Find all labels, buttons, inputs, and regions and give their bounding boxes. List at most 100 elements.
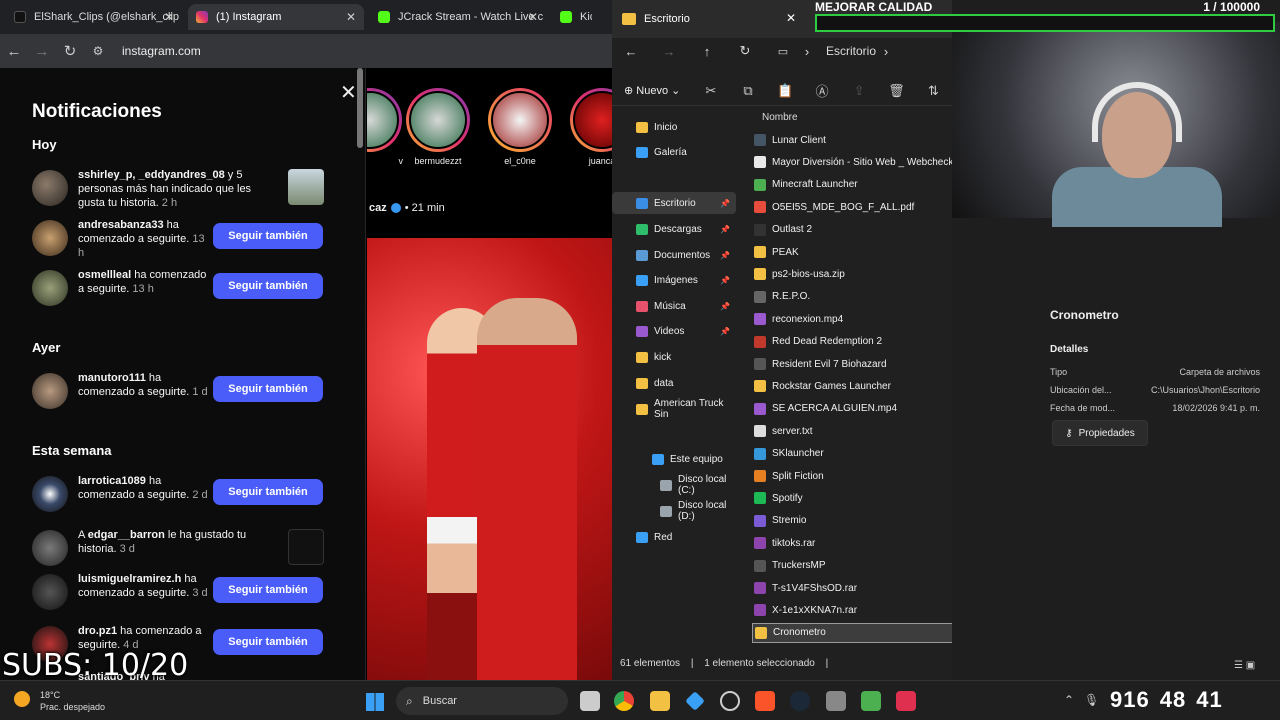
paste-icon[interactable]: 📋: [767, 83, 804, 99]
sidebar-item[interactable]: American Truck Sin: [612, 398, 736, 420]
close-icon[interactable]: ✕: [346, 10, 356, 24]
delete-icon[interactable]: 🗑: [878, 83, 915, 99]
sidebar-item[interactable]: Disco local (D:): [612, 500, 736, 522]
follow-back-button[interactable]: Seguir también: [213, 577, 323, 603]
sidebar-item[interactable]: Documentos 📌: [612, 244, 736, 266]
post-image[interactable]: [367, 238, 612, 680]
browser-tab[interactable]: ElShark_Clips (@elshark_clip ✕: [6, 4, 182, 30]
sidebar-item[interactable]: kick: [612, 346, 736, 368]
story-item[interactable]: v: [367, 88, 403, 166]
explorer-toolbar: ⊕ Nuevo ⌄ ✂ ⧉ 📋 Ⓐ ⇪ 🗑 ⇅: [612, 76, 952, 106]
view-toggle[interactable]: ☰ ▣: [1234, 660, 1274, 674]
notification-row[interactable]: luismiguelramirez.h ha comenzado a segui…: [32, 572, 332, 616]
avatar[interactable]: [32, 574, 68, 610]
share-icon[interactable]: ⇪: [841, 83, 878, 99]
file-explorer-icon[interactable]: [650, 691, 670, 711]
post-username[interactable]: caz: [369, 202, 387, 214]
system-tray[interactable]: ⌃ 🎙: [1064, 693, 1099, 707]
browser-tab[interactable]: JCrack Stream - Watch Live c ✕: [370, 4, 546, 30]
notification-row[interactable]: osmellleal ha comenzado a seguirte. 13 h…: [32, 268, 332, 312]
url-field[interactable]: instagram.com: [122, 44, 201, 58]
notification-row[interactable]: sshirley_p, _eddyandres_08 y 5 personas …: [32, 168, 332, 212]
sidebar-item[interactable]: Escritorio 📌: [612, 192, 736, 214]
cut-icon[interactable]: ✂: [692, 83, 729, 99]
site-settings-icon[interactable]: ⚙: [84, 44, 112, 58]
sidebar-item[interactable]: Descargas 📌: [612, 218, 736, 240]
browser-tab[interactable]: Kic: [552, 4, 592, 30]
tab-title: ElShark_Clips (@elshark_clip: [34, 11, 180, 23]
sidebar-item[interactable]: Galería: [612, 141, 736, 163]
sidebar-item[interactable]: Red: [612, 526, 736, 548]
follow-back-button[interactable]: Seguir también: [213, 223, 323, 249]
file-icon: [755, 626, 767, 639]
story-username: juanca: [588, 156, 612, 166]
reload-icon[interactable]: ↻: [56, 42, 84, 60]
monitor-icon[interactable]: ▭: [764, 45, 802, 58]
properties-button[interactable]: ⚷ Propiedades: [1052, 420, 1148, 446]
sidebar-item[interactable]: Disco local (C:): [612, 474, 736, 496]
notification-row[interactable]: A edgar__barron le ha gustado tu histori…: [32, 528, 332, 572]
notification-row[interactable]: andresabanza33 ha comenzado a seguirte. …: [32, 218, 332, 262]
forward-icon[interactable]: →: [28, 43, 56, 60]
story-thumbnail[interactable]: [288, 169, 324, 205]
notification-text: andresabanza33 ha comenzado a seguirte. …: [78, 219, 205, 259]
avatar[interactable]: [32, 220, 68, 256]
close-icon[interactable]: ✕: [164, 10, 174, 24]
obs-icon[interactable]: [720, 691, 740, 711]
file-icon: [754, 335, 766, 348]
follow-back-button[interactable]: Seguir también: [213, 273, 323, 299]
back-icon[interactable]: ←: [0, 43, 28, 60]
sort-icon[interactable]: ⇅: [915, 83, 952, 99]
notification-row[interactable]: larrotica1089 ha comenzado a seguirte. 2…: [32, 474, 332, 518]
sidebar-item[interactable]: Inicio: [612, 116, 736, 138]
back-icon[interactable]: ←: [612, 44, 650, 59]
rename-icon[interactable]: Ⓐ: [804, 81, 841, 100]
minecraft-icon[interactable]: [861, 691, 881, 711]
refresh-icon[interactable]: ↻: [726, 43, 764, 59]
forward-icon[interactable]: →: [650, 44, 688, 59]
story-item[interactable]: juanca: [569, 88, 612, 166]
follow-back-button[interactable]: Seguir también: [213, 479, 323, 505]
avatar[interactable]: [32, 373, 68, 409]
start-icon[interactable]: [366, 693, 384, 711]
breadcrumb[interactable]: Escritorio: [826, 44, 876, 58]
sidebar-item[interactable]: Este equipo: [612, 448, 736, 470]
avatar[interactable]: [32, 530, 68, 566]
app-icon[interactable]: [896, 691, 916, 711]
taskbar-search[interactable]: ⌕ Buscar: [396, 687, 568, 715]
browser-tab-active[interactable]: (1) Instagram ✕: [188, 4, 364, 30]
steam-icon[interactable]: [790, 691, 810, 711]
task-view-icon[interactable]: [580, 691, 600, 711]
sidebar-item[interactable]: Música 📌: [612, 295, 736, 317]
new-button[interactable]: ⊕ Nuevo ⌄: [624, 84, 692, 97]
sidebar-item[interactable]: data: [612, 372, 736, 394]
sidebar-item[interactable]: Imágenes 📌: [612, 269, 736, 291]
brave-icon[interactable]: [755, 691, 775, 711]
close-icon[interactable]: ✕: [340, 80, 357, 105]
story-thumbnail[interactable]: [288, 529, 324, 565]
up-icon[interactable]: ↑: [688, 44, 726, 59]
details-section: Detalles: [1050, 344, 1089, 355]
app-icon[interactable]: [826, 691, 846, 711]
app-icon[interactable]: [685, 691, 705, 711]
story-item[interactable]: el_c0ne: [487, 88, 553, 166]
avatar[interactable]: [32, 170, 68, 206]
file-icon: [754, 402, 766, 415]
column-header-name[interactable]: Nombre: [762, 112, 798, 123]
scrollbar[interactable]: [357, 68, 363, 148]
follow-back-button[interactable]: Seguir también: [213, 629, 323, 655]
close-icon[interactable]: ✕: [786, 11, 796, 25]
goal-overlay: MEJORAR CALIDAD 1 / 100000: [815, 0, 1280, 14]
story-item[interactable]: bermudezzt: [405, 88, 471, 166]
file-icon: [754, 604, 766, 617]
copy-icon[interactable]: ⧉: [729, 83, 766, 99]
close-icon[interactable]: ✕: [528, 10, 538, 24]
avatar[interactable]: [32, 476, 68, 512]
follow-back-button[interactable]: Seguir también: [213, 376, 323, 402]
sidebar-item[interactable]: Videos 📌: [612, 320, 736, 342]
chrome-icon[interactable]: [614, 691, 634, 711]
file-icon: [754, 201, 766, 214]
avatar[interactable]: [32, 270, 68, 306]
weather-widget[interactable]: 18°C Prac. despejado: [14, 689, 105, 713]
notification-row[interactable]: manutoro111 ha comenzado a seguirte. 1 d…: [32, 371, 332, 415]
